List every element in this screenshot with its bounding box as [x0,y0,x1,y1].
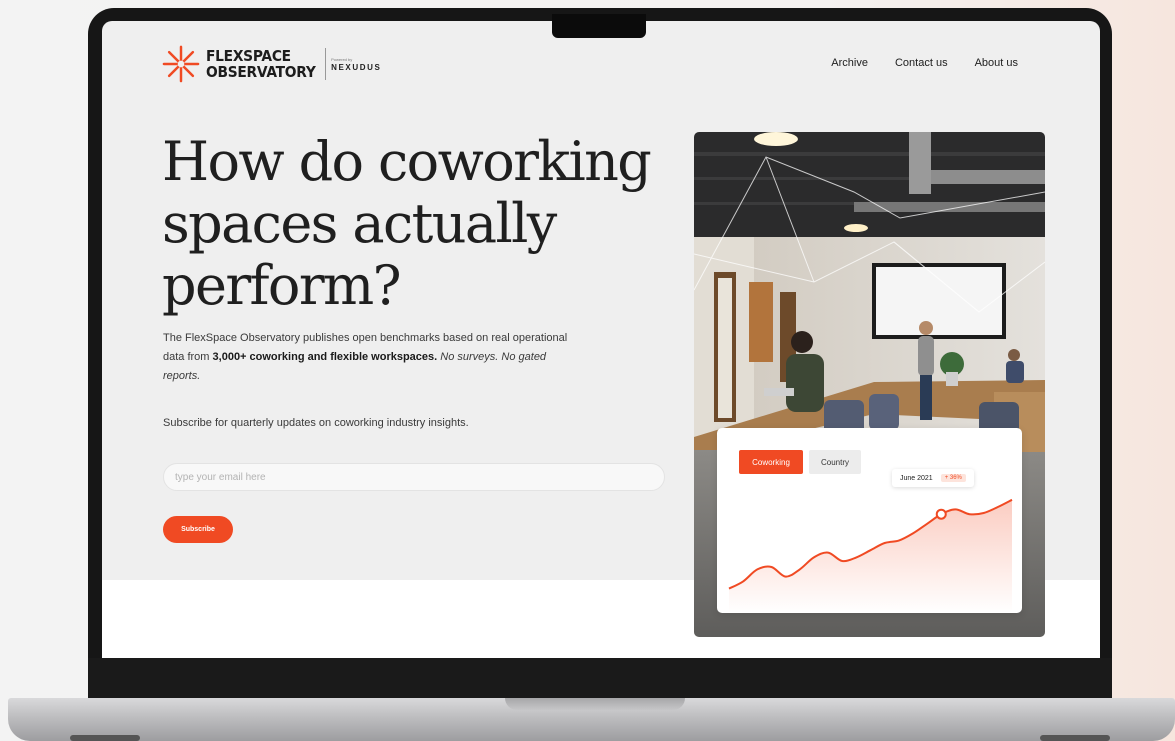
subscribe-button[interactable]: Subscribe [163,516,233,543]
camera-notch [552,14,646,38]
laptop-foot-right [1040,735,1110,741]
laptop-foot-left [70,735,140,741]
top-nav: Archive Contact us About us [831,57,1018,69]
laptop-chin [88,658,1112,698]
chart-area-fill [729,499,1012,613]
subscribe-copy: Subscribe for quarterly updates on cowor… [163,417,469,429]
brand-name-line2: OBSERVATORY [206,63,316,81]
starburst-logo-icon [162,45,200,83]
brand-name: FLEXSPACE OBSERVATORY [206,48,316,80]
hero-description: The FlexSpace Observatory publishes open… [163,329,573,386]
brand-name-line1: FLEXSPACE [206,47,291,65]
partner-name: NEXUDUS [331,62,382,72]
nav-about-link[interactable]: About us [975,57,1018,69]
logo-divider [325,48,327,80]
hero-desc-highlight: 3,000+ coworking and flexible workspaces… [212,351,438,363]
chart-card: Coworking Country June 2021 + 36% [717,428,1022,613]
nav-contact-link[interactable]: Contact us [895,57,948,69]
email-input[interactable] [163,463,665,491]
laptop-screen: FLEXSPACE OBSERVATORY Powered by NEXUDUS… [102,21,1100,658]
chart-tooltip: June 2021 + 36% [892,469,974,487]
trend-chart [728,498,1013,613]
chart-highlight-point[interactable] [935,508,947,520]
tooltip-change-badge: + 36% [940,474,966,482]
laptop-base-notch [505,698,685,710]
partner-logo: Powered by NEXUDUS [331,57,381,72]
site-logo[interactable]: FLEXSPACE OBSERVATORY Powered by NEXUDUS [162,45,381,83]
hero-title: How do coworking spaces actually perform… [162,130,652,317]
nav-archive-link[interactable]: Archive [831,57,868,69]
tooltip-date: June 2021 [900,474,933,482]
